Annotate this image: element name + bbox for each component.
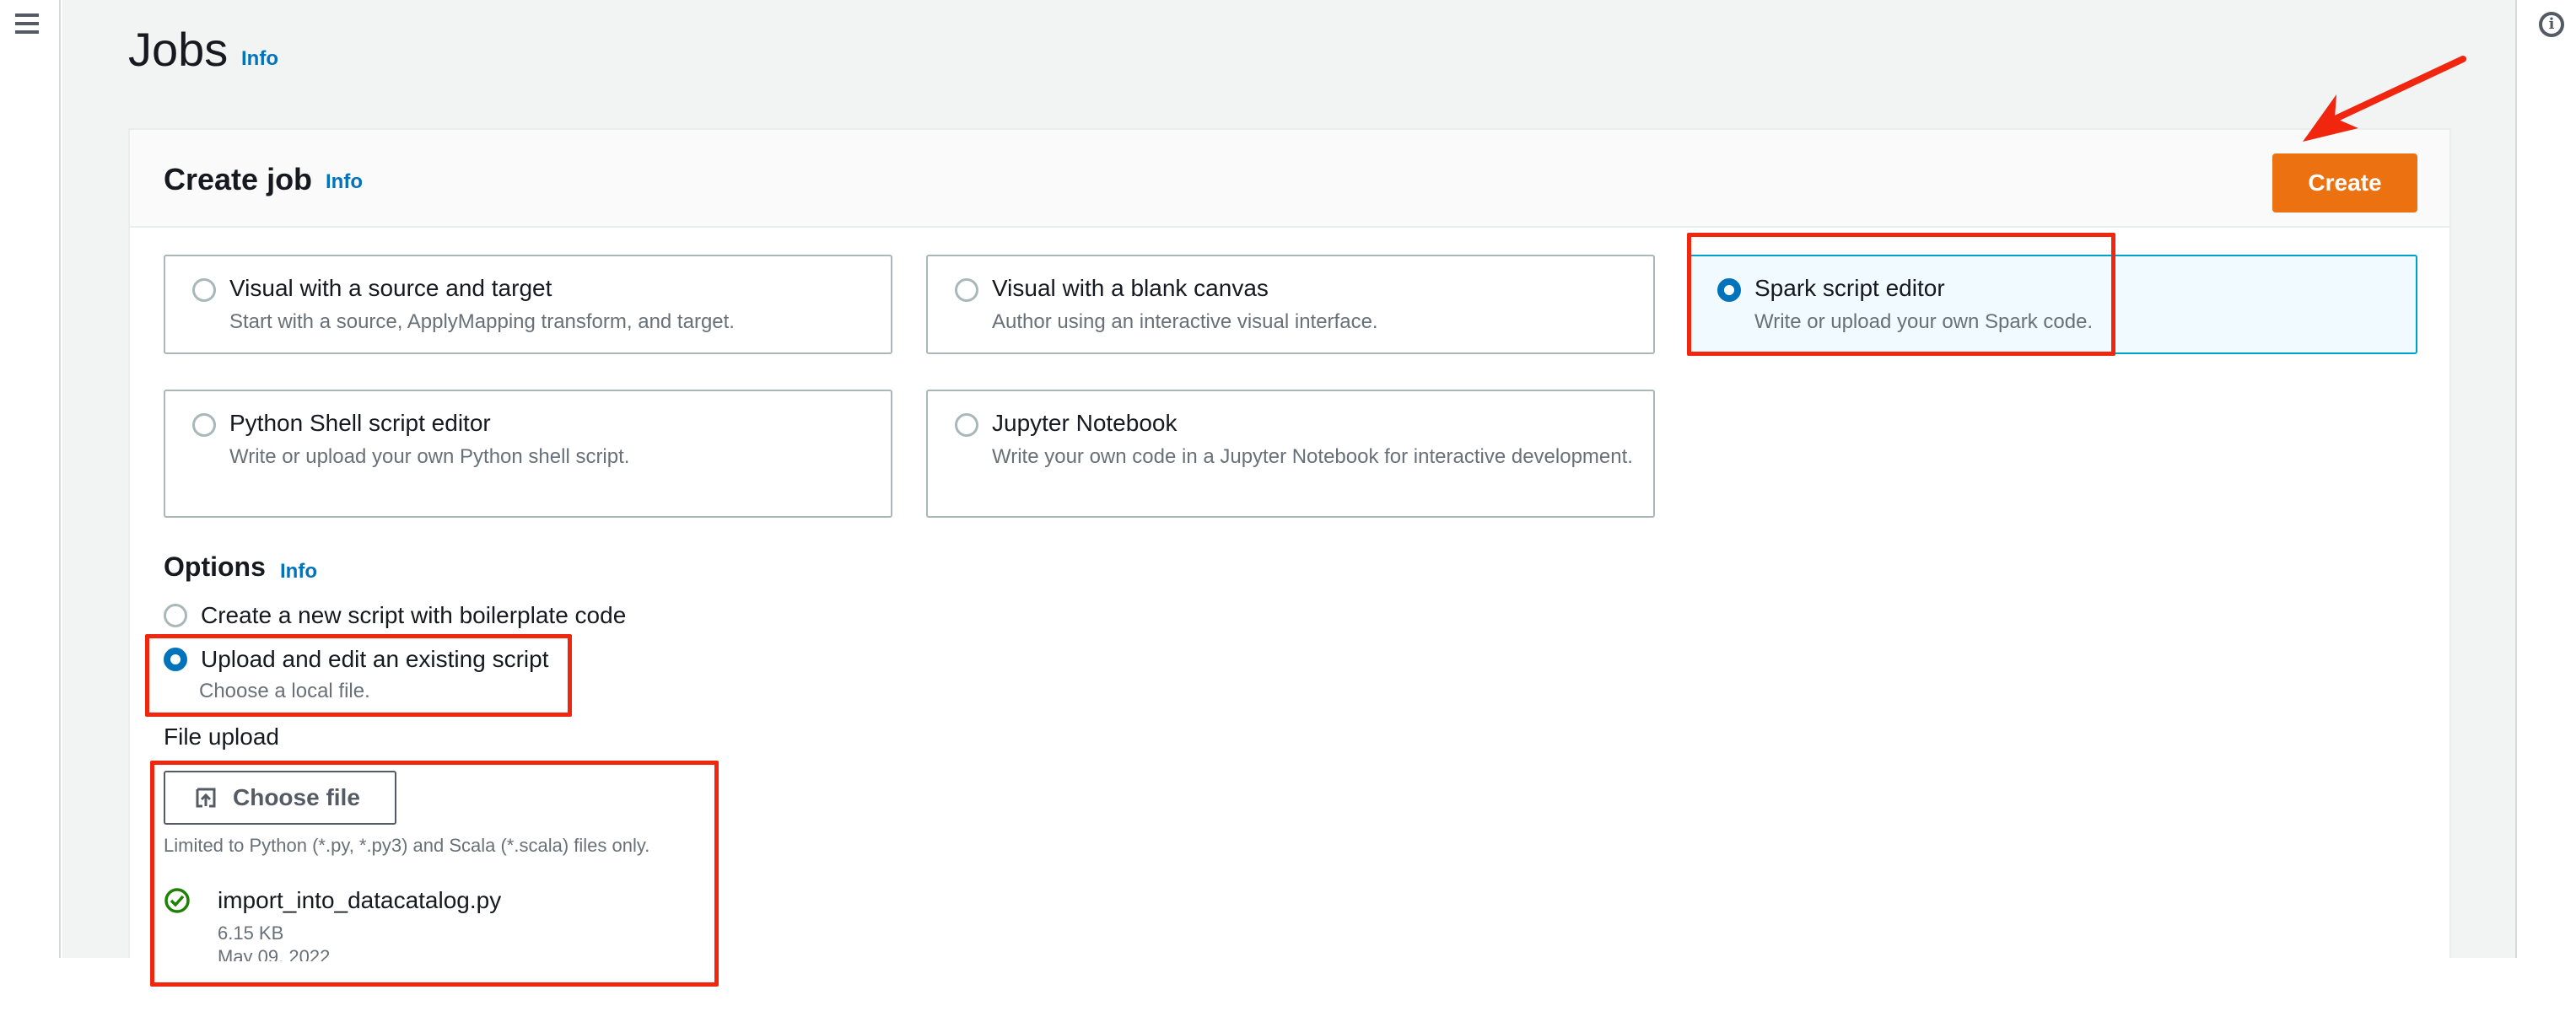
card-title: Jupyter Notebook — [992, 410, 1178, 436]
card-description: Author using an interactive visual inter… — [992, 310, 1378, 333]
radio-button[interactable] — [192, 413, 216, 437]
card-description: Write or upload your own Spark code. — [1754, 310, 2094, 333]
upload-icon — [196, 788, 216, 808]
choose-file-label: Choose file — [233, 784, 360, 810]
card-title: Visual with a source and target — [229, 275, 552, 301]
page-info-link[interactable]: Info — [241, 47, 278, 71]
radio-button[interactable] — [192, 278, 216, 302]
option-label: Create a new script with boilerplate cod… — [201, 602, 627, 628]
card-title: Visual with a blank canvas — [992, 275, 1269, 301]
choose-file-button[interactable]: Choose file — [164, 771, 396, 825]
create-job-panel: Create job Info Create Visual with a sou… — [128, 128, 2451, 961]
right-tools-rail: i — [2515, 0, 2576, 958]
card-description: Write or upload your own Python shell sc… — [229, 445, 630, 468]
option-upload-existing[interactable]: Upload and edit an existing script — [164, 646, 548, 673]
file-upload-label: File upload — [164, 723, 279, 750]
radio-button[interactable] — [955, 413, 978, 437]
card-description: Write your own code in a Jupyter Noteboo… — [992, 445, 1633, 468]
uploaded-file-size: 6.15 KB — [218, 922, 284, 944]
radio-button-selected[interactable] — [1717, 278, 1741, 302]
card-description: Start with a source, ApplyMapping transf… — [229, 310, 735, 333]
card-title: Spark script editor — [1754, 275, 1945, 301]
option-create-boilerplate[interactable]: Create a new script with boilerplate cod… — [164, 602, 626, 629]
file-constraint-text: Limited to Python (*.py, *.py3) and Scal… — [164, 835, 650, 856]
radio-button[interactable] — [164, 604, 187, 627]
uploaded-file-date: May 09, 2022 — [218, 946, 331, 961]
card-title: Python Shell script editor — [229, 410, 491, 436]
job-type-card-python-shell[interactable]: Python Shell script editor Write or uplo… — [164, 390, 892, 518]
check-circle-icon — [164, 888, 190, 913]
option-description: Choose a local file. — [199, 680, 370, 702]
info-circle-icon[interactable]: i — [2539, 12, 2564, 37]
job-type-card-visual-blank-canvas[interactable]: Visual with a blank canvas Author using … — [926, 255, 1655, 354]
radio-button-selected[interactable] — [164, 648, 187, 671]
panel-header: Create job Info Create — [130, 130, 2449, 228]
job-type-card-spark-script-editor[interactable]: Spark script editor Write or upload your… — [1689, 255, 2417, 354]
radio-button[interactable] — [955, 278, 978, 302]
page-title: Jobs — [128, 23, 229, 76]
panel-title: Create job — [164, 162, 313, 196]
uploaded-file-name: import_into_datacatalog.py — [218, 887, 502, 913]
left-navigation-rail — [0, 0, 61, 958]
job-type-card-jupyter-notebook[interactable]: Jupyter Notebook Write your own code in … — [926, 390, 1655, 518]
hamburger-menu-icon[interactable] — [15, 13, 39, 35]
option-label: Upload and edit an existing script — [201, 646, 549, 672]
create-job-info-link[interactable]: Info — [326, 170, 363, 194]
options-info-link[interactable]: Info — [280, 560, 317, 584]
create-button[interactable]: Create — [2272, 153, 2417, 212]
options-heading: Options — [164, 551, 266, 582]
job-type-card-visual-source-target[interactable]: Visual with a source and target Start wi… — [164, 255, 892, 354]
